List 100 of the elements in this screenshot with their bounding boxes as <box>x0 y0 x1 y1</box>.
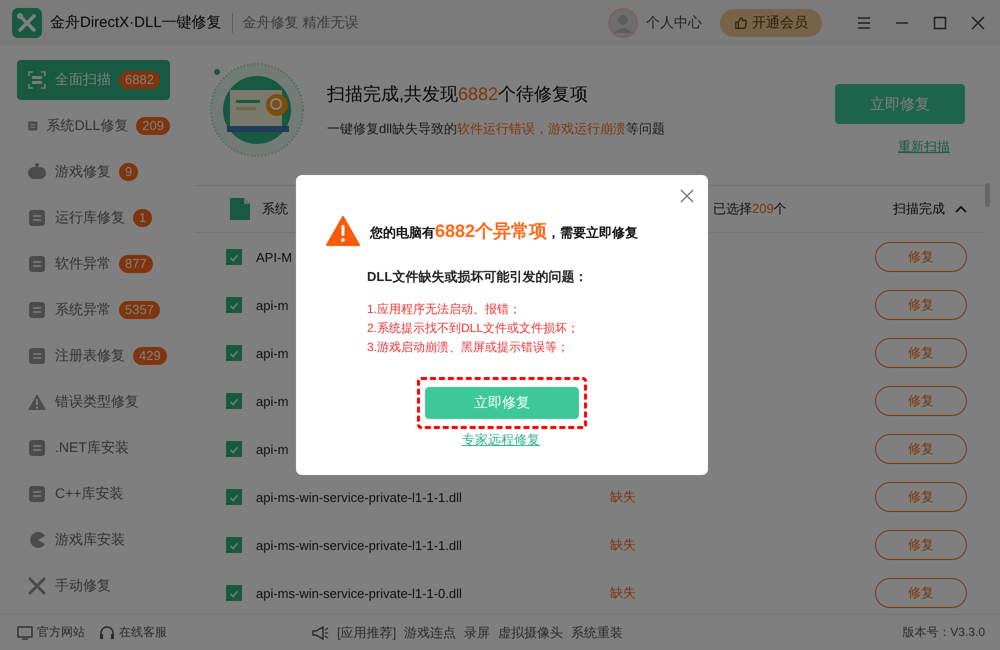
dll-file-icon <box>228 196 252 222</box>
sidebar-item[interactable]: 游戏库安装 <box>17 520 170 560</box>
official-site-link[interactable]: 官方网站 <box>37 624 85 641</box>
sidebar-item[interactable]: 系统异常 5357 <box>17 290 170 330</box>
thumbs-up-icon <box>734 16 748 30</box>
dll-file-name: api-m <box>256 394 289 408</box>
sidebar-item-label: 软件异常 <box>55 255 111 273</box>
checkbox[interactable] <box>226 441 242 457</box>
sidebar-item[interactable]: C++库安装 <box>17 474 170 514</box>
sidebar-item-label: 注册表修复 <box>55 347 125 365</box>
sidebar-item-label: 错误类型修复 <box>55 393 139 411</box>
repair-button[interactable]: 修复 <box>875 242 967 272</box>
status-text: 缺失 <box>610 585 636 600</box>
monitor-icon <box>17 624 33 640</box>
window-title: 金舟DirectX·DLL一键修复 <box>50 13 222 32</box>
sidebar-item[interactable]: .NET库安装 <box>17 428 170 468</box>
user-center-link[interactable]: 个人中心 <box>646 14 702 32</box>
dialog-headline: 您的电脑有6882个异常项，需要立即修复 <box>370 220 638 243</box>
avatar-icon[interactable] <box>608 8 638 38</box>
checkbox[interactable] <box>226 585 242 601</box>
count-badge: 9 <box>119 163 138 181</box>
sidebar-item-label: 全面扫描 <box>55 71 111 89</box>
sidebar-item[interactable]: 软件异常 877 <box>17 244 170 284</box>
dll-file-name: api-ms-win-service-private-l1-1-0.dll <box>256 586 462 600</box>
issue-text: 2.系统提示找不到DLL文件或文件损坏； <box>367 320 580 337</box>
caret-icon[interactable] <box>955 205 967 213</box>
checkbox[interactable] <box>226 297 242 313</box>
repair-button[interactable]: 修复 <box>875 434 967 464</box>
sidebar-item-icon <box>27 576 47 596</box>
repair-button[interactable]: 修复 <box>875 386 967 416</box>
checkbox[interactable] <box>226 537 242 553</box>
sidebar-item-icon <box>27 438 47 458</box>
sidebar-item[interactable]: 注册表修复 429 <box>17 336 170 376</box>
menu-icon[interactable] <box>856 14 872 30</box>
sidebar-item-icon <box>27 162 47 182</box>
repair-button[interactable]: 修复 <box>875 338 967 368</box>
online-support-link[interactable]: 在线客服 <box>119 624 167 641</box>
sidebar-item-label: 手动修复 <box>55 577 111 595</box>
category-heading: 系统 <box>262 200 289 218</box>
dll-file-name: api-m <box>256 346 289 360</box>
dll-file-name: api-ms-win-service-private-l1-1-1.dll <box>256 538 462 552</box>
count-badge: 6882 <box>119 71 160 89</box>
maximize-icon[interactable] <box>932 14 948 30</box>
sidebar-item[interactable]: 手动修复 <box>17 566 170 606</box>
issue-text: 1.应用程序无法启动、报错； <box>367 301 522 318</box>
repair-now-button[interactable]: 立即修复 <box>425 387 579 419</box>
close-icon[interactable] <box>680 189 694 203</box>
sidebar-item-label: 运行库修复 <box>55 209 125 227</box>
status-text: 缺失 <box>610 537 636 552</box>
megaphone-icon <box>311 624 329 640</box>
issue-text: 3.游戏启动崩溃、黑屏或提示错误等； <box>367 339 570 356</box>
sidebar-item[interactable]: 错误类型修复 <box>17 382 170 422</box>
scan-result-description: 一键修复dll缺失导致的软件运行错误，游戏运行崩溃等问题 <box>327 120 666 138</box>
count-badge: 877 <box>119 255 153 273</box>
sidebar-item-label: 游戏库安装 <box>55 531 125 549</box>
recommended-app-link[interactable]: 游戏连点 <box>404 624 456 642</box>
sidebar-item-label: 系统DLL修复 <box>46 117 128 135</box>
recommended-app-link[interactable]: 虚拟摄像头 <box>498 624 564 642</box>
count-badge: 429 <box>133 347 167 365</box>
scan-status: 扫描完成 <box>893 200 945 218</box>
scan-result-title: 扫描完成,共发现6882个待修复项 <box>327 83 590 106</box>
sidebar-item[interactable]: 运行库修复 1 <box>17 198 170 238</box>
sidebar-item-icon <box>27 208 47 228</box>
sidebar-item[interactable]: 系统DLL修复 209 <box>17 106 170 146</box>
rescan-link[interactable]: 重新扫描 <box>898 138 950 156</box>
repair-now-button[interactable]: 立即修复 <box>835 84 965 124</box>
checkbox[interactable] <box>226 345 242 361</box>
sidebar-item[interactable]: 游戏修复 9 <box>17 152 170 192</box>
sidebar-item-label: .NET库安装 <box>55 439 129 457</box>
recommended-app-link[interactable]: 系统重装 <box>571 624 624 642</box>
sidebar-item-icon <box>27 484 47 504</box>
selected-count: 已选择209个 <box>713 200 788 218</box>
repair-button[interactable]: 修复 <box>875 530 967 560</box>
sidebar-item[interactable]: 全面扫描 6882 <box>17 60 170 100</box>
close-icon[interactable] <box>970 14 986 30</box>
count-badge: 209 <box>136 117 170 135</box>
checkbox[interactable] <box>226 489 242 505</box>
sidebar-item-label: 游戏修复 <box>55 163 111 181</box>
repair-button[interactable]: 修复 <box>875 290 967 320</box>
headset-icon <box>99 624 115 640</box>
sidebar-item-icon <box>27 392 47 412</box>
status-text: 缺失 <box>610 489 636 504</box>
sidebar-item-icon <box>27 346 47 366</box>
repair-button[interactable]: 修复 <box>875 482 967 512</box>
expert-remote-repair-link[interactable]: 专家远程修复 <box>462 431 540 449</box>
sidebar-item-icon <box>27 254 47 274</box>
sidebar-item-icon <box>27 300 47 320</box>
vip-button[interactable]: 开通会员 <box>720 8 822 36</box>
checkbox[interactable] <box>226 249 242 265</box>
checkbox[interactable] <box>226 393 242 409</box>
dll-file-name: api-m <box>256 298 289 312</box>
repair-button[interactable]: 修复 <box>875 578 967 608</box>
recommend-label: [应用推荐] <box>337 624 396 642</box>
scrollbar[interactable] <box>985 183 990 207</box>
warning-icon <box>326 216 360 246</box>
version-text: 版本号：V3.3.0 <box>902 624 985 641</box>
recommended-app-link[interactable]: 录屏 <box>464 624 490 642</box>
dialog-question: DLL文件缺失或损坏可能引发的问题： <box>367 268 588 286</box>
dll-file-name: api-ms-win-service-private-l1-1-1.dll <box>256 490 462 504</box>
count-badge: 1 <box>133 209 152 227</box>
